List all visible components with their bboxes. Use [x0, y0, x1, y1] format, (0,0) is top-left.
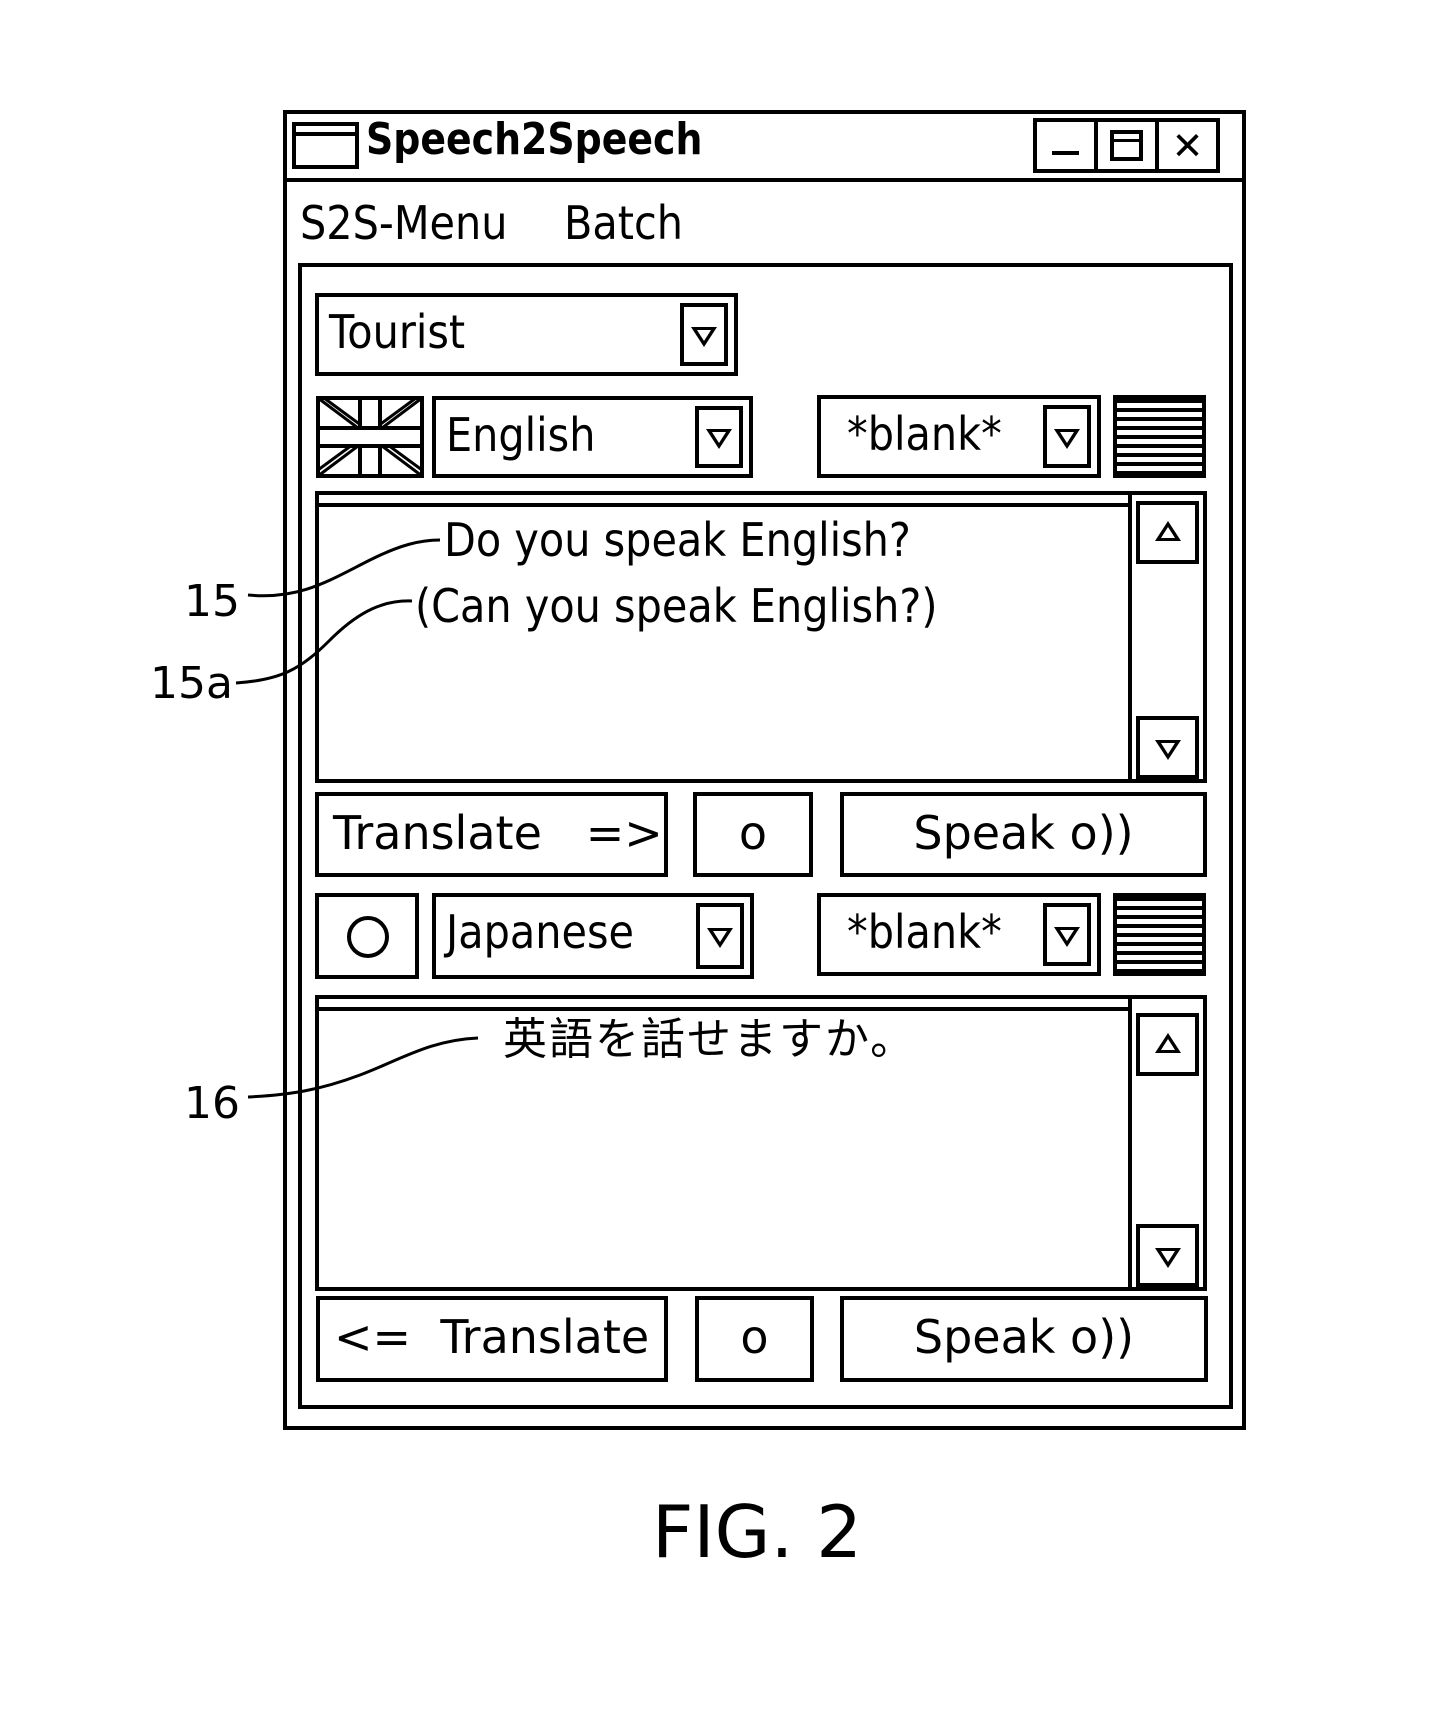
leader-line-16: [247, 1036, 479, 1099]
reference-leader-lines: [235, 538, 479, 1099]
reference-label-15a: 15a: [150, 658, 233, 709]
figure-caption: FIG. 2: [652, 1490, 863, 1574]
leader-line-15: [247, 538, 441, 598]
leader-line-15a: [235, 599, 413, 685]
reference-label-15: 15: [184, 576, 240, 627]
reference-label-16: 16: [184, 1078, 240, 1129]
